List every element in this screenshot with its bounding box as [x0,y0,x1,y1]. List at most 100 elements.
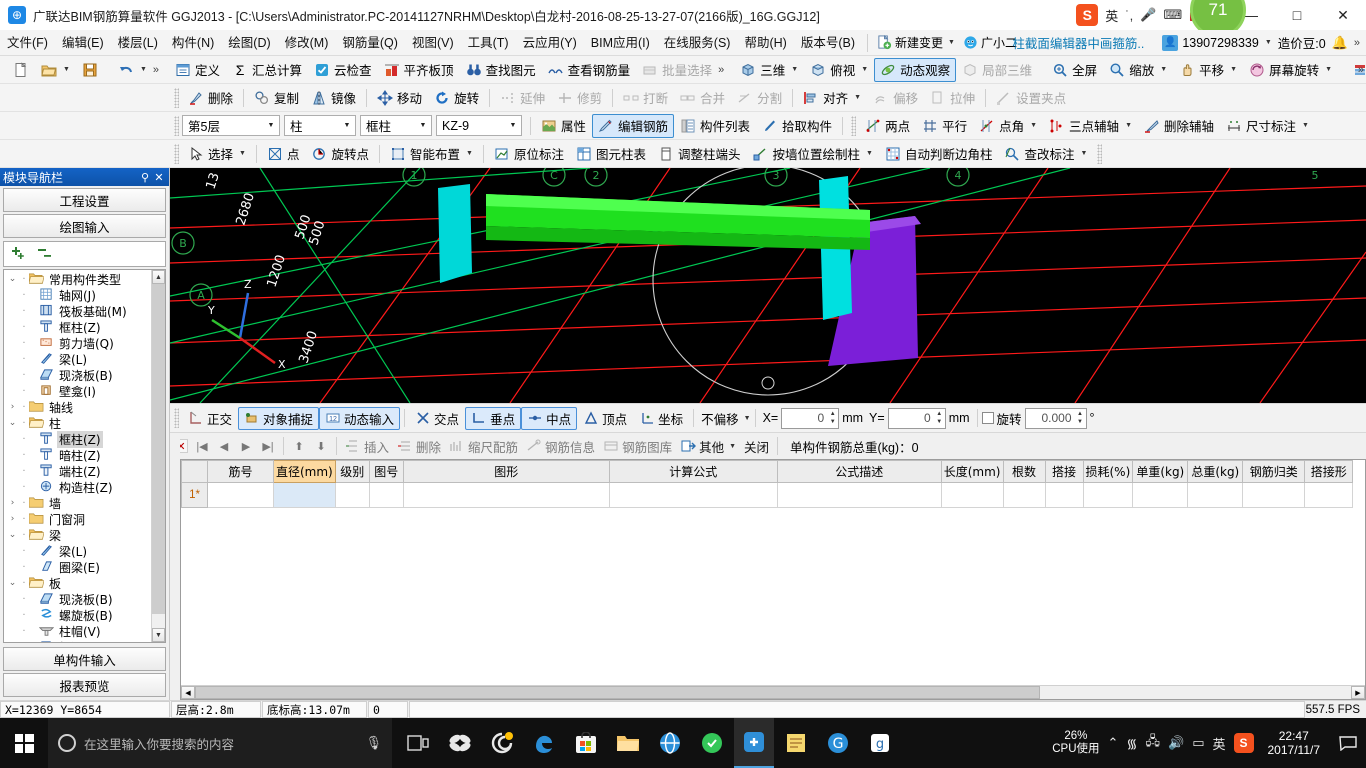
cell-0-2[interactable] [334,482,370,508]
column-header-11[interactable]: 单重(kg) [1132,460,1189,483]
tree-scroll-thumb[interactable] [152,284,165,614]
align-slab-top-button[interactable]: 平齐板顶 [378,58,460,82]
taskbar-clock[interactable]: 22:47 2017/11/7 [1262,729,1327,757]
tree-item-10[interactable]: · 框柱(Z) [6,430,151,448]
orbit-button[interactable]: 动态观察 [874,57,957,82]
sogou-logo-icon[interactable]: S [1076,4,1099,26]
merge-button[interactable]: 合并 [674,86,731,110]
define-button[interactable]: 定义 [169,58,226,82]
network-icon[interactable]: 🖧 [1146,732,1161,754]
column-header-7[interactable]: 长度(mm) [940,460,1004,483]
tree-item-11[interactable]: · 暗柱(Z) [6,447,151,463]
point-angle-chevron-down-icon[interactable]: ▼ [1030,122,1037,129]
single-member-input-button[interactable]: 单构件输入 [3,647,166,671]
properties-button[interactable]: 属性 [535,114,592,138]
y-spinner[interactable]: ▲ ▼ [934,410,945,426]
menu-modify[interactable]: 修改(M) [278,30,336,56]
y-input[interactable]: 0 ▲ ▼ [887,407,946,429]
pin-icon[interactable]: ⚲ [138,171,152,184]
draw-column-by-wall-button[interactable]: 按墙位置绘制柱 ▼ [746,142,878,166]
point-tool-button[interactable]: 点 [261,142,306,166]
rotate-checkbox[interactable] [981,412,994,424]
column-header-1[interactable]: 直径(mm) [273,460,336,483]
other-chevron-down-icon[interactable]: ▼ [729,443,736,450]
task-view-icon[interactable] [398,718,438,768]
chevron-down-icon[interactable]: ⌄ [6,530,19,540]
tree-item-20[interactable]: · 现浇板(B) [6,591,151,607]
tree-item-17[interactable]: · 梁(L) [6,543,151,559]
break-button[interactable]: 打断 [617,86,674,110]
cell-0-3[interactable] [368,482,404,508]
floor-chevron-down-icon[interactable]: ▼ [263,116,279,135]
prev-record-icon[interactable]: ◀ [213,436,235,456]
offset-mode-label[interactable]: 不偏移 [698,409,742,428]
rebar-grid[interactable]: 筋号 直径(mm) 级别 图号 图形 计算公式 公式描述 长度(mm) 根数 搭接 损耗(%) 单重(… [180,459,1366,700]
floor-combo[interactable]: 第5层 ▼ [182,115,280,136]
rotate-point-button[interactable]: 旋转点 [305,142,375,166]
tree-item-2[interactable]: · 筏板基础(M) [6,303,151,319]
select-chevron-down-icon[interactable]: ▼ [239,150,246,157]
move-up-icon[interactable]: ⬆ [288,436,310,456]
dynamic-input-toggle[interactable]: 12 动态输入 [319,406,401,430]
toolbar1-overflow-right-icon[interactable]: » [1358,64,1364,76]
chevron-down-icon[interactable]: ▼ [948,39,955,46]
model-3d-viewport[interactable]: 1C 23 4B A 5 13 2680 500 500 1200 3400 Z… [170,168,1366,403]
extend-button[interactable]: 延伸 [494,86,551,110]
pan-button[interactable]: 平移 ▼ [1173,58,1243,82]
menu-view[interactable]: 视图(V) [405,30,461,56]
menu-draw[interactable]: 绘图(D) [221,30,277,56]
row-header[interactable]: 1* [181,482,208,508]
tree-item-3[interactable]: · 框柱(Z) [6,319,151,335]
in-place-annotation-button[interactable]: 原位标注 [488,142,570,166]
ortho-toggle[interactable]: 正交 [182,407,238,430]
chevron-right-icon[interactable]: › [6,402,19,412]
tree-item-6[interactable]: · 现浇板(B) [6,367,151,383]
column-header-13[interactable]: 钢筋归类 [1242,460,1306,483]
member-combo[interactable]: KZ-9 ▼ [436,115,522,136]
grid-scroll-thumb[interactable] [195,686,1040,699]
cell-0-4[interactable] [402,482,610,508]
chevron-down-icon[interactable]: ⌄ [6,274,19,284]
point-angle-button[interactable]: 点角 ▼ [973,114,1043,138]
draw-input-button[interactable]: 绘图输入 [3,214,166,238]
chevron-up-icon[interactable]: ⌃ [1108,735,1119,751]
column-header-10[interactable]: 损耗(%) [1082,460,1134,483]
hint-link[interactable]: 柱截面编辑器中画箍筋.. [1000,33,1156,52]
tree-scroll-track[interactable] [152,614,165,628]
chevron-right-icon[interactable]: › [6,498,19,508]
next-record-icon[interactable]: ▶ [235,436,257,456]
cell-0-13[interactable] [1242,482,1306,508]
column-header-4[interactable]: 图形 [402,460,610,483]
tree-item-5[interactable]: · 梁(L) [6,351,151,367]
tree-item-4[interactable]: · 剪力墙(Q) [6,335,151,351]
account-chevron-down-icon[interactable]: ▼ [1265,39,1272,46]
scaled-rebar-button[interactable]: 缩尺配筋 [445,435,522,457]
maximize-button[interactable]: □ [1274,0,1320,30]
summary-calc-button[interactable]: Σ 汇总计算 [226,58,308,82]
rebar-info-button[interactable]: 钢筋信息 [522,435,599,457]
menu-online-service[interactable]: 在线服务(S) [657,30,738,56]
column-table-button[interactable]: 图元柱表 [570,142,652,166]
zoom-button[interactable]: 缩放 ▼ [1103,58,1173,82]
type-chevron-down-icon[interactable]: ▼ [415,116,431,135]
toolbar1-overflow-left-icon[interactable]: » [153,64,161,76]
close-button[interactable]: ✕ [1320,0,1366,30]
batch-select-button[interactable]: 批量选择 [636,58,718,82]
wifi-icon[interactable]: ᯾ [1126,734,1137,752]
rotate-spinner[interactable]: ▲ ▼ [1075,410,1086,426]
chevron-down-icon[interactable]: ⌄ [6,418,19,428]
view-3d-chevron-down-icon[interactable]: ▼ [791,66,798,73]
fullscreen-button[interactable]: 全屏 [1046,58,1103,82]
undo-chevron-down-icon[interactable]: ▼ [140,66,147,73]
perpendicular-toggle[interactable]: 垂点 [465,406,522,430]
open-chevron-down-icon[interactable]: ▼ [63,66,70,73]
new-change-button[interactable]: 新建变更 ▼ [873,34,959,51]
project-settings-button[interactable]: 工程设置 [3,188,166,212]
tree-scroll-down-button[interactable]: ▼ [152,628,165,642]
menu-bim-app[interactable]: BIM应用(I) [584,30,657,56]
cloud-check-button[interactable]: 云检查 [308,58,378,82]
delete-axis-button[interactable]: 删除辅轴 [1138,114,1220,138]
app-explorer[interactable] [608,718,648,768]
column-header-2[interactable]: 级别 [334,460,370,483]
move-down-icon[interactable]: ⬇ [310,436,332,456]
